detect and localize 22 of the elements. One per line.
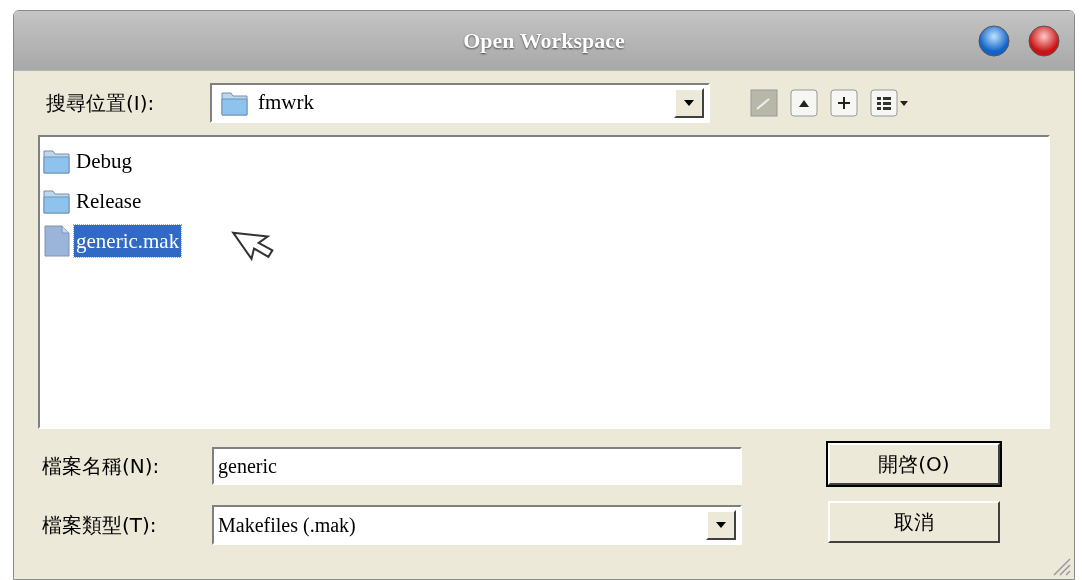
file-icon	[42, 224, 72, 258]
up-folder-button[interactable]	[790, 89, 818, 117]
file-list-item[interactable]: generic.mak	[74, 225, 182, 257]
file-type-combobox[interactable]: Makefiles (.mak)	[212, 505, 742, 545]
dropdown-button[interactable]	[706, 510, 736, 540]
new-folder-button[interactable]	[830, 89, 858, 117]
caret-icon	[715, 521, 727, 529]
look-in-label: 搜尋位置(I):	[46, 90, 156, 117]
file-list-item[interactable]: Debug	[74, 145, 134, 177]
window-title: Open Workspace	[463, 27, 625, 55]
dropdown-button[interactable]	[674, 88, 704, 118]
caret-icon	[683, 99, 695, 107]
close-button[interactable]	[1028, 25, 1060, 57]
file-type-label: 檔案類型(T):	[42, 512, 158, 539]
file-name-label: 檔案名稱(N):	[42, 453, 161, 480]
minimize-button[interactable]	[978, 25, 1010, 57]
look-in-combobox[interactable]: fmwrk	[210, 83, 710, 123]
open-button[interactable]: 開啓(O)	[828, 443, 1000, 485]
file-name-field[interactable]: generic	[212, 447, 742, 485]
view-menu-button[interactable]	[870, 89, 910, 117]
file-list-item[interactable]: Release	[74, 185, 144, 217]
cancel-button[interactable]: 取消	[828, 501, 1000, 543]
